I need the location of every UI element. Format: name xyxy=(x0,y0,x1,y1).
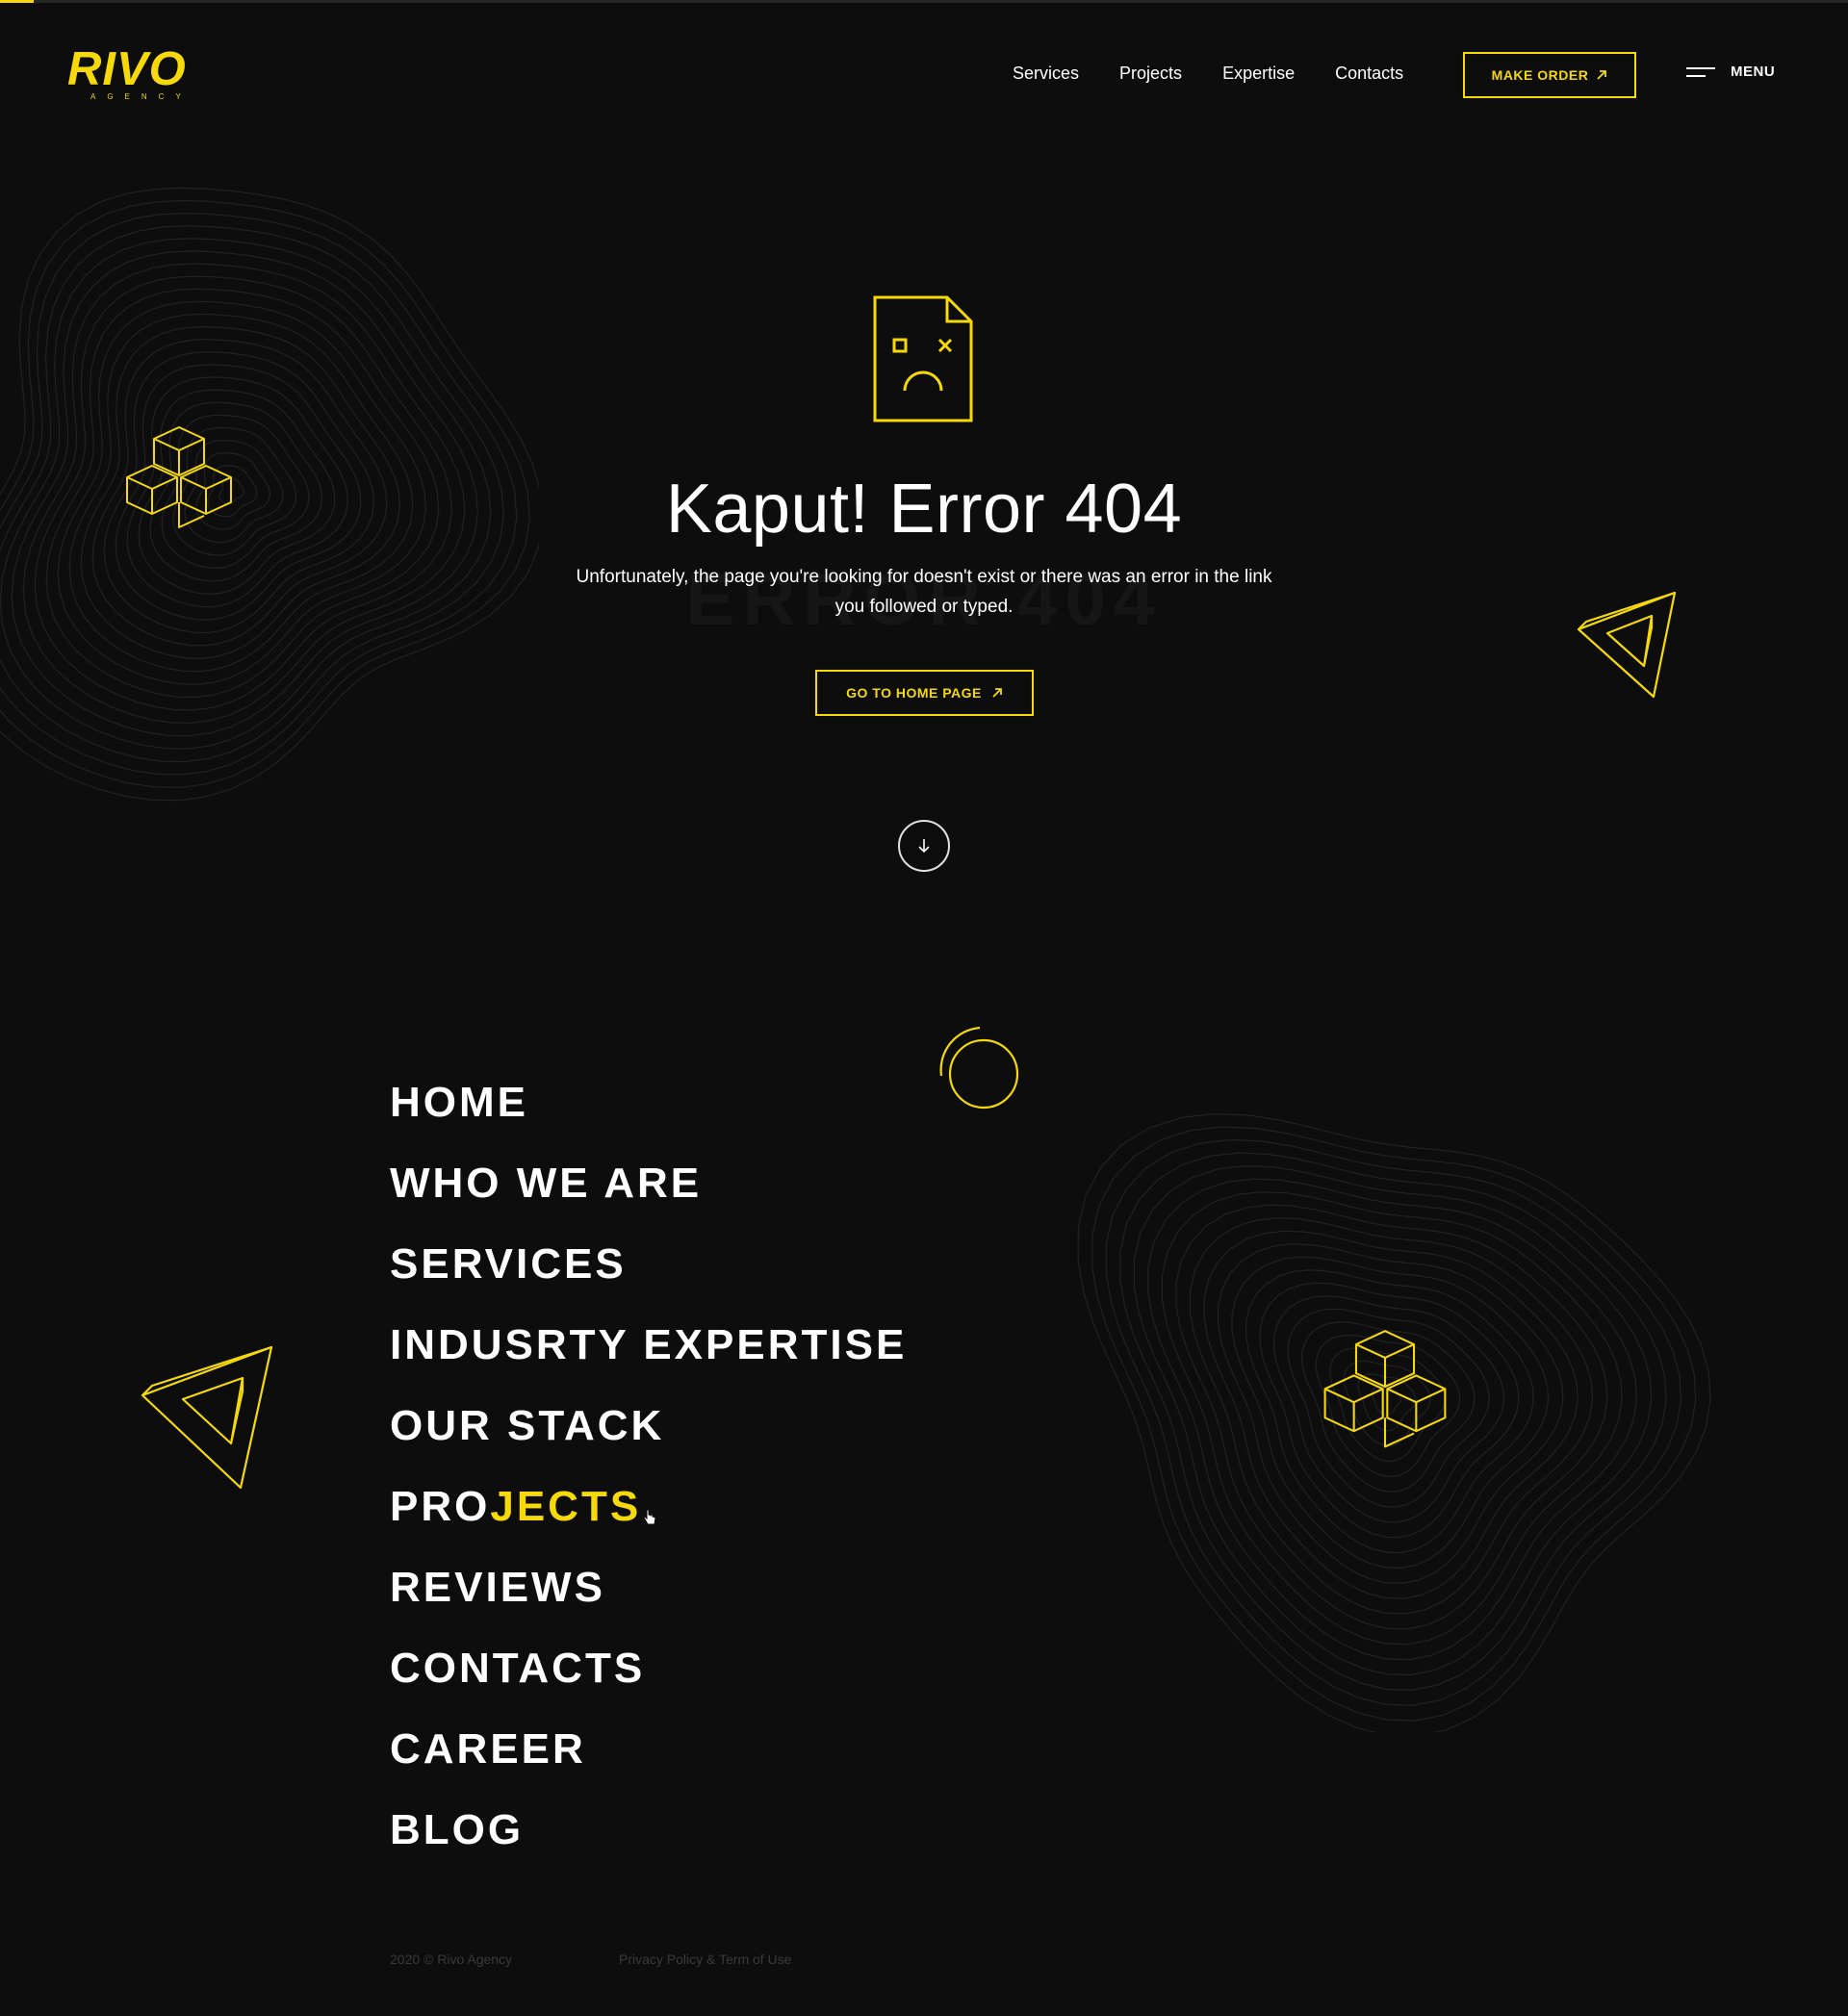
main-nav: Services Projects Expertise Contacts xyxy=(1013,64,1444,84)
scroll-down-button[interactable] xyxy=(898,820,950,872)
logo-text: RIVO xyxy=(67,43,187,95)
menu-item-reviews[interactable]: REVIEWS xyxy=(390,1559,907,1640)
logo-subtitle: AGENCY xyxy=(90,92,192,101)
go-home-button[interactable]: GO TO HOME PAGE xyxy=(815,670,1034,716)
hamburger-icon xyxy=(1686,66,1715,77)
go-home-label: GO TO HOME PAGE xyxy=(846,685,982,701)
menu-item-projects-highlight: JECTS xyxy=(490,1483,642,1530)
menu-item-projects[interactable]: PROJECTS xyxy=(390,1478,907,1559)
arrow-down-icon xyxy=(918,839,930,854)
error-description: Unfortunately, the page you're looking f… xyxy=(576,567,1272,617)
page: RIVO AGENCY Services Projects Expertise … xyxy=(0,0,1848,2016)
menu-item-who-we-are[interactable]: WHO WE ARE xyxy=(390,1155,907,1236)
arrow-up-right-icon xyxy=(1597,70,1607,80)
menu-item-our-stack[interactable]: OUR STACK xyxy=(390,1397,907,1478)
menu-toggle[interactable]: MENU xyxy=(1686,64,1775,80)
menu-item-contacts[interactable]: CONTACTS xyxy=(390,1640,907,1721)
hand-cursor-icon xyxy=(643,1509,656,1525)
footer-copyright: 2020 © Rivo Agency xyxy=(390,1952,513,1967)
menu-item-industry-expertise[interactable]: INDUSRTY EXPERTISE xyxy=(390,1316,907,1397)
fullscreen-menu: HOME WHO WE ARE SERVICES INDUSRTY EXPERT… xyxy=(390,1074,907,1882)
page-progress-bar xyxy=(0,0,1848,3)
nav-link-services[interactable]: Services xyxy=(1013,64,1079,84)
arrow-up-right-icon xyxy=(992,688,1002,698)
menu-item-projects-normal: PRO xyxy=(390,1483,491,1530)
logo[interactable]: RIVO AGENCY xyxy=(67,46,212,104)
nav-link-contacts[interactable]: Contacts xyxy=(1335,64,1403,84)
footer-legal-link[interactable]: Privacy Policy & Term of Use xyxy=(619,1952,791,1967)
menu-item-services[interactable]: SERVICES xyxy=(390,1236,907,1316)
make-order-label: MAKE ORDER xyxy=(1491,67,1589,83)
sad-document-icon xyxy=(873,295,973,422)
menu-item-career[interactable]: CAREER xyxy=(390,1721,907,1801)
menu-item-home[interactable]: HOME xyxy=(390,1074,907,1155)
page-title: Kaput! Error 404 xyxy=(665,471,1183,548)
menu-label: MENU xyxy=(1731,64,1776,80)
nav-link-expertise[interactable]: Expertise xyxy=(1222,64,1295,84)
page-progress-fill xyxy=(0,0,34,3)
ring-icon xyxy=(939,1026,1019,1110)
cubes-icon xyxy=(1323,1330,1447,1448)
nav-link-projects[interactable]: Projects xyxy=(1119,64,1182,84)
triangle-icon xyxy=(141,1345,273,1490)
make-order-button[interactable]: MAKE ORDER xyxy=(1463,52,1636,98)
menu-item-blog[interactable]: BLOG xyxy=(390,1801,907,1882)
